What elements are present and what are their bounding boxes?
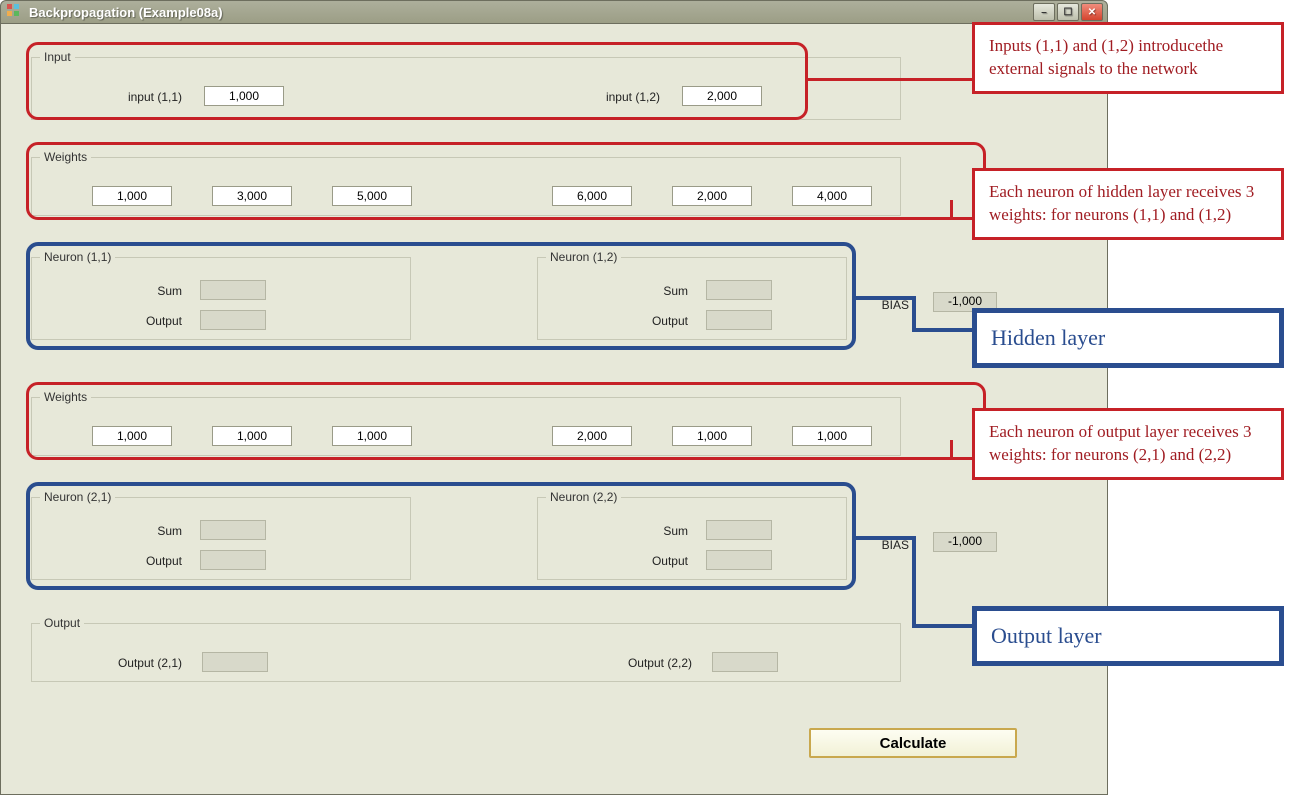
minimize-button[interactable]: – [1033, 3, 1055, 21]
neuron-1-1-sum-label: Sum [132, 284, 182, 298]
input-1-2-label: input (1,2) [580, 90, 660, 104]
neuron-2-2-sum-label: Sum [638, 524, 688, 538]
weights-output-4[interactable] [552, 426, 632, 446]
neuron-2-1-group: Neuron (2,1) Sum Output [31, 490, 411, 580]
output-2-1-label: Output (2,1) [82, 656, 182, 670]
weights-output-6[interactable] [792, 426, 872, 446]
weights-output-3[interactable] [332, 426, 412, 446]
titlebar[interactable]: Backpropagation (Example08a) – ☐ ✕ [0, 0, 1108, 24]
neuron-2-1-out-field [200, 550, 266, 570]
maximize-button[interactable]: ☐ [1057, 3, 1079, 21]
neuron-1-2-sum-field [706, 280, 772, 300]
neuron-1-1-legend: Neuron (1,1) [40, 250, 115, 264]
calculate-button[interactable]: Calculate [809, 728, 1017, 758]
neuron-2-1-legend: Neuron (2,1) [40, 490, 115, 504]
neuron-2-2-sum-field [706, 520, 772, 540]
weights-hidden-legend: Weights [40, 150, 91, 164]
close-button[interactable]: ✕ [1081, 3, 1103, 21]
input-group: Input input (1,1) input (1,2) [31, 50, 901, 120]
weights-hidden-4[interactable] [552, 186, 632, 206]
input-1-1-field[interactable] [204, 86, 284, 106]
weights-output-group: Weights [31, 390, 901, 456]
weights-hidden-3[interactable] [332, 186, 412, 206]
app-icon [7, 4, 23, 20]
neuron-1-1-sum-field [200, 280, 266, 300]
bias-output-label: BIAS [869, 538, 909, 552]
neuron-1-2-sum-label: Sum [638, 284, 688, 298]
neuron-1-2-out-label: Output [638, 314, 688, 328]
neuron-1-1-out-label: Output [132, 314, 182, 328]
input-group-legend: Input [40, 50, 75, 64]
weights-hidden-5[interactable] [672, 186, 752, 206]
weights-hidden-2[interactable] [212, 186, 292, 206]
app-window: Backpropagation (Example08a) – ☐ ✕ Input… [0, 0, 1303, 797]
weights-output-1[interactable] [92, 426, 172, 446]
annotation-callout-weights-hidden: Each neuron of hidden layer receives 3 w… [972, 168, 1284, 240]
weights-output-5[interactable] [672, 426, 752, 446]
neuron-2-1-sum-label: Sum [132, 524, 182, 538]
neuron-1-1-group: Neuron (1,1) Sum Output [31, 250, 411, 340]
annotation-callout-inputs: Inputs (1,1) and (1,2) introducethe exte… [972, 22, 1284, 94]
weights-hidden-1[interactable] [92, 186, 172, 206]
input-1-2-field[interactable] [682, 86, 762, 106]
output-2-2-field [712, 652, 778, 672]
window-title: Backpropagation (Example08a) [29, 5, 1033, 20]
neuron-2-2-group: Neuron (2,2) Sum Output [537, 490, 847, 580]
neuron-1-2-out-field [706, 310, 772, 330]
weights-hidden-group: Weights [31, 150, 901, 216]
neuron-2-2-legend: Neuron (2,2) [546, 490, 621, 504]
neuron-1-2-legend: Neuron (1,2) [546, 250, 621, 264]
weights-output-2[interactable] [212, 426, 292, 446]
annotation-callout-output-layer: Output layer [972, 606, 1284, 666]
neuron-2-2-out-field [706, 550, 772, 570]
form-area: Input input (1,1) input (1,2) Weights Ne… [13, 34, 1095, 784]
neuron-1-2-group: Neuron (1,2) Sum Output [537, 250, 847, 340]
bias-output-field: -1,000 [933, 532, 997, 552]
window-controls: – ☐ ✕ [1033, 3, 1103, 21]
bias-hidden-label: BIAS [869, 298, 909, 312]
neuron-2-2-out-label: Output [638, 554, 688, 568]
annotation-callout-weights-output: Each neuron of output layer receives 3 w… [972, 408, 1284, 480]
neuron-2-1-out-label: Output [132, 554, 182, 568]
neuron-2-1-sum-field [200, 520, 266, 540]
output-group-legend: Output [40, 616, 84, 630]
output-2-1-field [202, 652, 268, 672]
output-group: Output Output (2,1) Output (2,2) [31, 616, 901, 682]
weights-output-legend: Weights [40, 390, 91, 404]
weights-hidden-6[interactable] [792, 186, 872, 206]
neuron-1-1-out-field [200, 310, 266, 330]
annotation-callout-hidden-layer: Hidden layer [972, 308, 1284, 368]
output-2-2-label: Output (2,2) [592, 656, 692, 670]
client-area: Input input (1,1) input (1,2) Weights Ne… [0, 24, 1108, 795]
input-1-1-label: input (1,1) [102, 90, 182, 104]
